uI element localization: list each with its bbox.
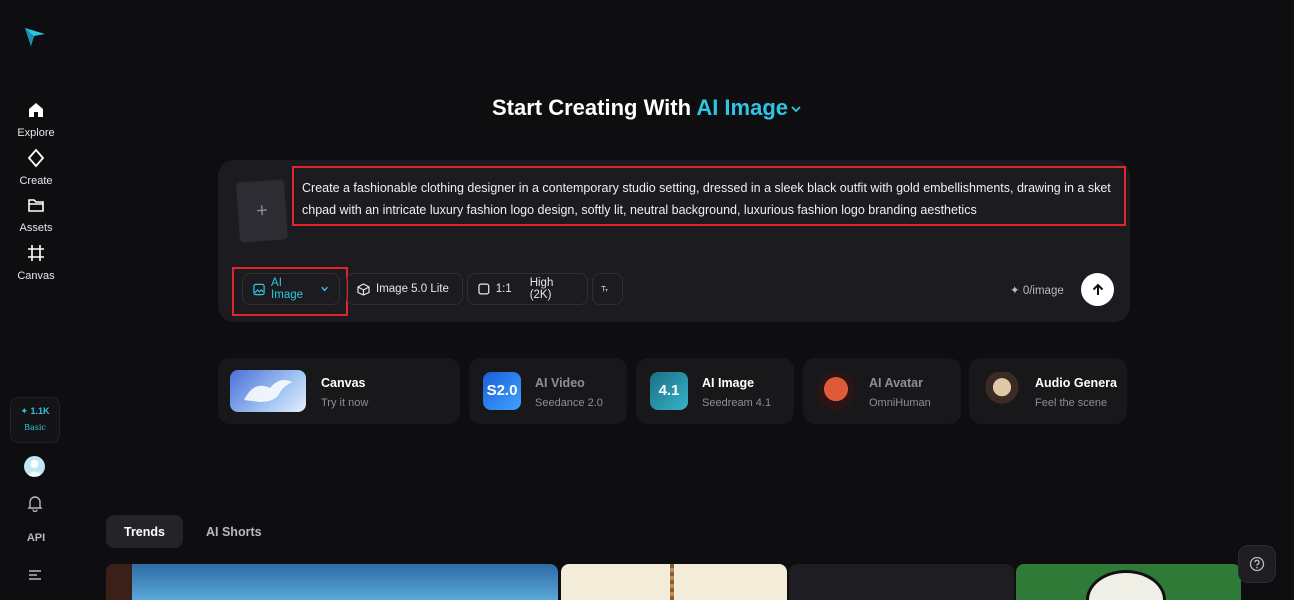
plan-label: Basic bbox=[24, 423, 46, 432]
help-button[interactable] bbox=[1238, 545, 1276, 583]
card-subtitle: Seedance 2.0 bbox=[535, 397, 603, 409]
prompt-input[interactable]: Create a fashionable clothing designer i… bbox=[292, 166, 1126, 226]
cube-icon bbox=[357, 282, 370, 296]
card-subtitle: OmniHuman bbox=[869, 397, 931, 409]
ai-image-thumbnail: 4.1 bbox=[650, 372, 688, 410]
card-title: Audio Genera bbox=[1035, 376, 1117, 390]
menu-icon[interactable] bbox=[28, 569, 42, 581]
sidebar-item-label: Explore bbox=[17, 127, 55, 139]
model-selector[interactable]: Image 5.0 Lite bbox=[346, 273, 463, 305]
card-subtitle: Seedream 4.1 bbox=[702, 397, 772, 409]
gallery-item[interactable] bbox=[789, 564, 1014, 600]
ai-avatar-thumbnail bbox=[817, 372, 855, 410]
card-title: AI Image bbox=[702, 376, 755, 390]
title-prefix: Start Creating With bbox=[491, 95, 697, 120]
credits-badge[interactable]: ✦ 1.1K Basic bbox=[10, 397, 60, 443]
card-audio-generation[interactable]: Audio Genera Feel the scene bbox=[969, 358, 1127, 424]
card-ai-image[interactable]: 4.1 AI Image Seedream 4.1 bbox=[636, 358, 794, 424]
sidebar-item-label: Create bbox=[19, 175, 53, 187]
text-icon bbox=[601, 286, 608, 292]
model-label: Image 5.0 Lite bbox=[376, 283, 449, 295]
folder-icon bbox=[28, 199, 44, 212]
credits-amount: ✦ 1.1K bbox=[20, 406, 50, 416]
user-icon bbox=[27, 460, 42, 476]
sidebar-item-create[interactable]: Create bbox=[0, 148, 72, 189]
card-title: Canvas bbox=[321, 376, 366, 390]
logo-icon[interactable] bbox=[22, 24, 48, 50]
grid-icon bbox=[28, 245, 44, 261]
highlight-frame bbox=[232, 267, 348, 316]
arrow-up-icon bbox=[1092, 283, 1103, 295]
sidebar-item-label: Assets bbox=[19, 222, 53, 234]
gallery-item[interactable] bbox=[1016, 564, 1241, 600]
send-button[interactable] bbox=[1081, 273, 1114, 306]
canvas-thumbnail bbox=[230, 370, 306, 412]
page-title: Start Creating With AI Image bbox=[0, 95, 1294, 121]
avatar[interactable] bbox=[24, 456, 45, 477]
ai-video-thumbnail: S2.0 bbox=[483, 372, 521, 410]
card-ai-video[interactable]: S2.0 AI Video Seedance 2.0 bbox=[469, 358, 627, 424]
pegasus-icon bbox=[244, 380, 292, 402]
square-icon bbox=[478, 283, 490, 295]
gallery-item[interactable] bbox=[561, 564, 787, 600]
chevron-down-icon[interactable] bbox=[790, 103, 802, 115]
upload-reference-button[interactable]: + bbox=[235, 179, 289, 243]
tab-ai-shorts[interactable]: AI Shorts bbox=[188, 515, 280, 548]
sidebar-item-assets[interactable]: Assets bbox=[0, 195, 72, 236]
sidebar: Explore Create Assets Canvas ✦ 1.1K Basi… bbox=[0, 0, 72, 600]
plus-icon: + bbox=[255, 199, 269, 223]
bell-icon[interactable] bbox=[26, 494, 44, 512]
question-icon bbox=[1249, 556, 1265, 572]
card-canvas[interactable]: Canvas Try it now bbox=[218, 358, 460, 424]
cost-indicator: ✦ 0/image bbox=[1010, 285, 1064, 297]
ratio-quality-selector[interactable]: 1:1 High (2K) bbox=[467, 273, 588, 305]
title-accent[interactable]: AI Image bbox=[696, 95, 788, 120]
microphone-icon bbox=[983, 372, 1021, 410]
card-title: AI Video bbox=[535, 376, 585, 390]
sidebar-item-label: Canvas bbox=[17, 270, 55, 282]
card-title: AI Avatar bbox=[869, 376, 923, 390]
gallery-item[interactable] bbox=[106, 564, 558, 600]
ratio-label: 1:1 bbox=[495, 283, 512, 295]
api-link[interactable]: API bbox=[0, 532, 72, 544]
sidebar-item-canvas[interactable]: Canvas bbox=[0, 243, 72, 284]
quality-label: High (2K) bbox=[529, 277, 554, 301]
card-ai-avatar[interactable]: AI Avatar OmniHuman bbox=[803, 358, 961, 424]
text-style-button[interactable] bbox=[592, 273, 623, 305]
tab-trends[interactable]: Trends bbox=[106, 515, 183, 548]
diamond-icon bbox=[27, 148, 45, 168]
card-subtitle: Feel the scene bbox=[1035, 397, 1108, 409]
card-subtitle: Try it now bbox=[321, 397, 369, 409]
